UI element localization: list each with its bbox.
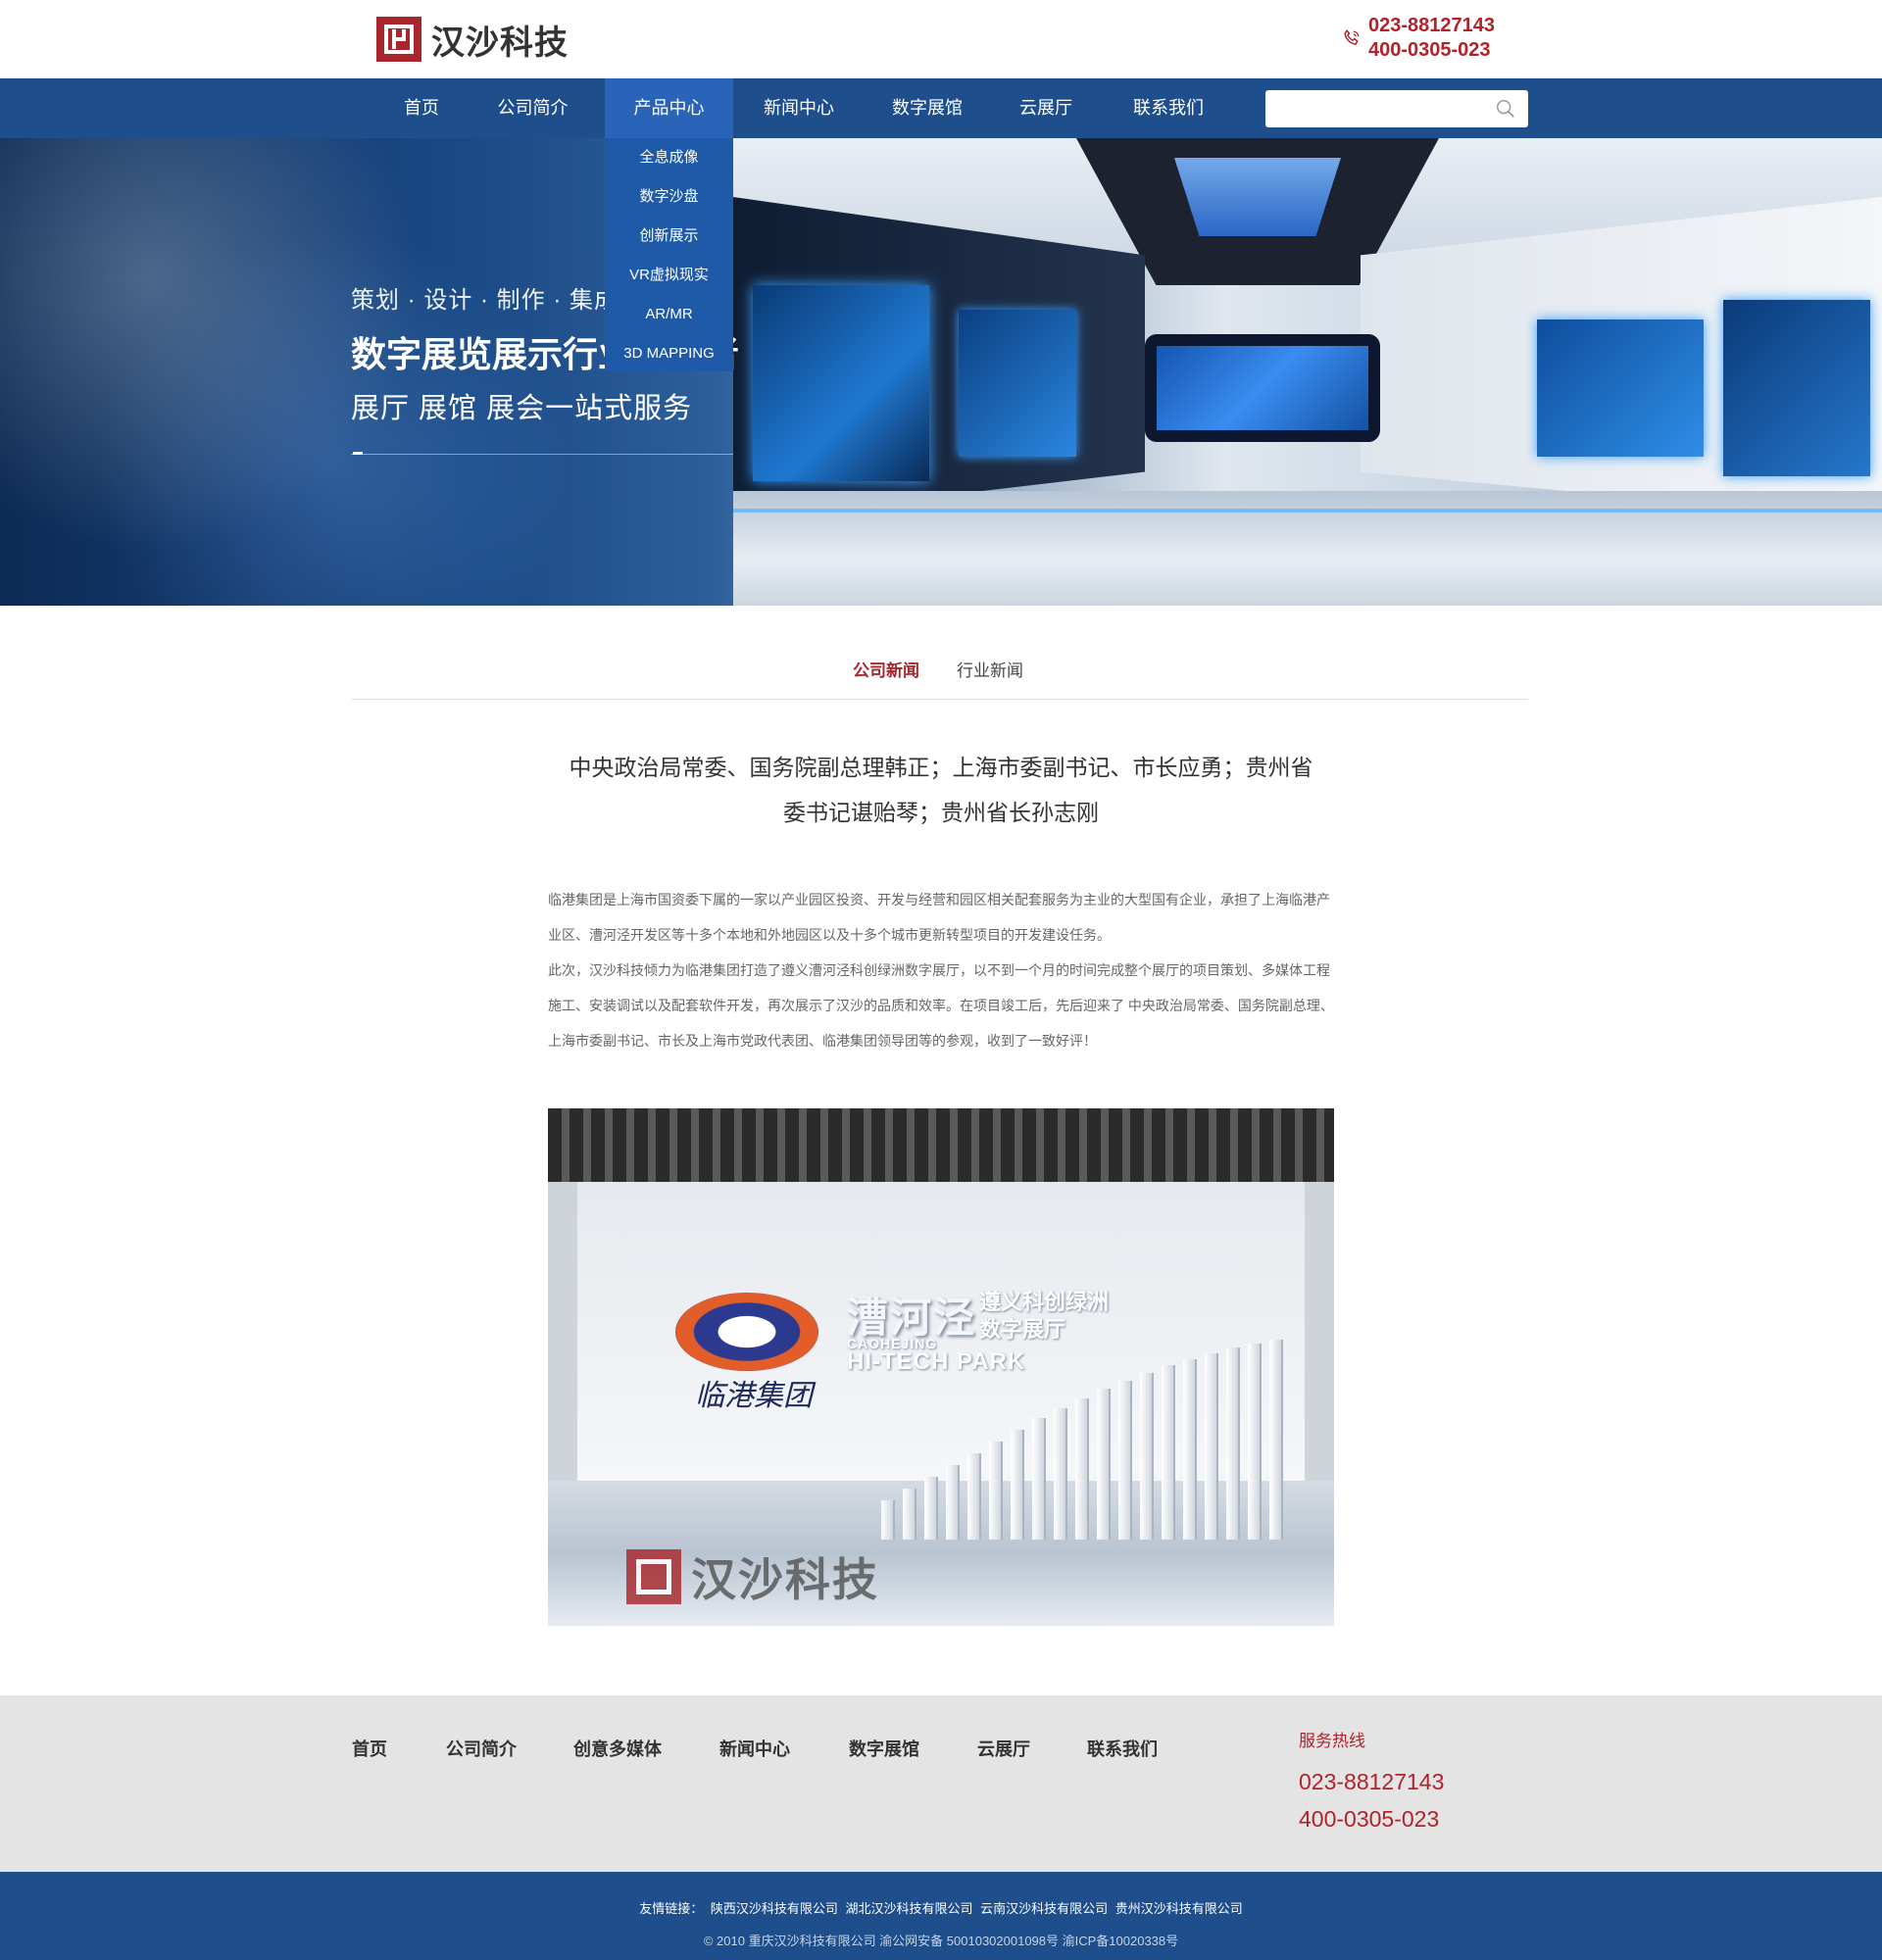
friend-link[interactable]: 贵州汉沙科技有限公司	[1115, 1901, 1243, 1916]
article-title-line-1: 中央政治局常委、国务院副总理韩正；上海市委副书记、市长应勇；贵州省	[569, 755, 1313, 780]
dropdown-item-vr[interactable]: VR虚拟现实	[605, 256, 733, 295]
site-footer: 首页 公司简介 创意多媒体 新闻中心 数字展馆 云展厅 联系我们 服务热线 02…	[0, 1695, 1882, 1872]
friend-link[interactable]: 陕西汉沙科技有限公司	[711, 1901, 838, 1916]
watermark-text: 汉沙科技	[691, 1554, 879, 1605]
nav-item-about[interactable]: 公司简介	[476, 78, 589, 138]
dropdown-item-innovative-display[interactable]: 创新展示	[605, 217, 733, 256]
bottom-bar: 友情链接： 陕西汉沙科技有限公司 湖北汉沙科技有限公司 云南汉沙科技有限公司 贵…	[0, 1872, 1882, 1960]
logo-mark-icon	[376, 17, 421, 62]
header-hotline: 023-88127143 400-0305-023	[1341, 14, 1517, 63]
footer-link-home[interactable]: 首页	[352, 1736, 387, 1761]
header-phone-1: 023-88127143	[1368, 15, 1496, 36]
footer-link-digital-museum[interactable]: 数字展馆	[849, 1736, 919, 1761]
photo-brand-sub-2: 数字展厅	[979, 1317, 1066, 1342]
footer-link-about[interactable]: 公司简介	[446, 1736, 517, 1761]
service-phone-2: 400-0305-023	[1299, 1806, 1440, 1832]
banner-divider-mark	[353, 452, 363, 455]
products-dropdown: 全息成像 数字沙盘 创新展示 VR虚拟现实 AR/MR 3D MAPPING	[605, 138, 733, 371]
hero-banner: 策划 · 设计 · 制作 · 集成 · 运营 数字展览展示行业服务者 展厅 展馆…	[0, 138, 1882, 606]
news-tabs: 公司新闻 行业新闻	[352, 657, 1528, 700]
dropdown-item-hologram[interactable]: 全息成像	[605, 138, 733, 177]
search-input[interactable]	[1265, 90, 1481, 127]
banner-subline: 展厅 展馆 展会一站式服务	[351, 393, 693, 424]
footer-link-news[interactable]: 新闻中心	[719, 1736, 790, 1761]
article-title-line-2: 委书记谌贻琴；贵州省长孙志刚	[783, 800, 1099, 825]
nav-item-digital-museum[interactable]: 数字展馆	[872, 78, 982, 138]
nav-item-news[interactable]: 新闻中心	[744, 78, 854, 138]
photo-group-name: 临港集团	[695, 1379, 813, 1413]
main-nav: 首页 公司简介 产品中心 新闻中心 数字展馆 云展厅 联系我们	[0, 78, 1882, 138]
service-phone-1: 023-88127143	[1299, 1769, 1445, 1794]
header-phone-2: 400-0305-023	[1368, 39, 1491, 61]
site-logo[interactable]: 汉沙科技	[376, 16, 569, 63]
footer-link-contact[interactable]: 联系我们	[1087, 1736, 1158, 1761]
exhibition-hall-image	[733, 138, 1882, 606]
logo-text: 汉沙科技	[431, 24, 569, 62]
dropdown-item-ar-mr[interactable]: AR/MR	[605, 295, 733, 334]
article-photo: 漕河泾 遵义科创绿洲 数字展厅 CAOHEJING HI-TECH PARK 临…	[548, 1108, 1334, 1626]
nav-item-contact[interactable]: 联系我们	[1114, 78, 1223, 138]
article-paragraph: 此次，汉沙科技倾力为临港集团打造了遵义漕河泾科创绿洲数字展厅，以不到一个月的时间…	[548, 962, 1334, 1049]
watermark-logo-icon	[626, 1549, 681, 1604]
photo-brand-en-2: HI-TECH PARK	[847, 1348, 1026, 1375]
nav-item-products[interactable]: 产品中心	[605, 78, 733, 138]
friend-links: 友情链接： 陕西汉沙科技有限公司 湖北汉沙科技有限公司 云南汉沙科技有限公司 贵…	[0, 1898, 1882, 1917]
lingang-emblem-icon	[675, 1293, 818, 1371]
footer-link-creative-media[interactable]: 创意多媒体	[573, 1736, 662, 1761]
friend-link[interactable]: 云南汉沙科技有限公司	[980, 1901, 1108, 1916]
dropdown-item-digital-sandbox[interactable]: 数字沙盘	[605, 177, 733, 217]
article-body: 临港集团是上海市国资委下属的一家以产业园区投资、开发与经营和园区相关配套服务为主…	[548, 882, 1334, 1058]
service-hotline-label: 服务热线	[1299, 1732, 1365, 1750]
footer-link-cloud-hall[interactable]: 云展厅	[977, 1736, 1030, 1761]
site-header: 汉沙科技 023-88127143 400-0305-023	[0, 0, 1882, 78]
photo-watermark: 汉沙科技	[626, 1544, 879, 1609]
search-icon[interactable]	[1495, 98, 1516, 120]
copyright: © 2010 重庆汉沙科技有限公司 渝公网安备 50010302001098号 …	[703, 1934, 1179, 1948]
dropdown-item-3d-mapping[interactable]: 3D MAPPING	[605, 334, 733, 373]
friend-link[interactable]: 湖北汉沙科技有限公司	[845, 1901, 972, 1916]
friend-links-label: 友情链接：	[639, 1901, 704, 1916]
search-box	[1265, 90, 1528, 127]
phone-icon	[1344, 28, 1360, 45]
article-paragraph: 临港集团是上海市国资委下属的一家以产业园区投资、开发与经营和园区相关配套服务为主…	[548, 892, 1330, 943]
tab-industry-news[interactable]: 行业新闻	[957, 657, 1023, 681]
banner-divider	[351, 454, 733, 455]
nav-item-home[interactable]: 首页	[378, 78, 465, 138]
article-title: 中央政治局常委、国务院副总理韩正；上海市委副书记、市长应勇；贵州省 委书记谌贻琴…	[541, 745, 1341, 835]
nav-item-cloud-hall[interactable]: 云展厅	[1000, 78, 1092, 138]
tab-company-news[interactable]: 公司新闻	[853, 657, 919, 681]
